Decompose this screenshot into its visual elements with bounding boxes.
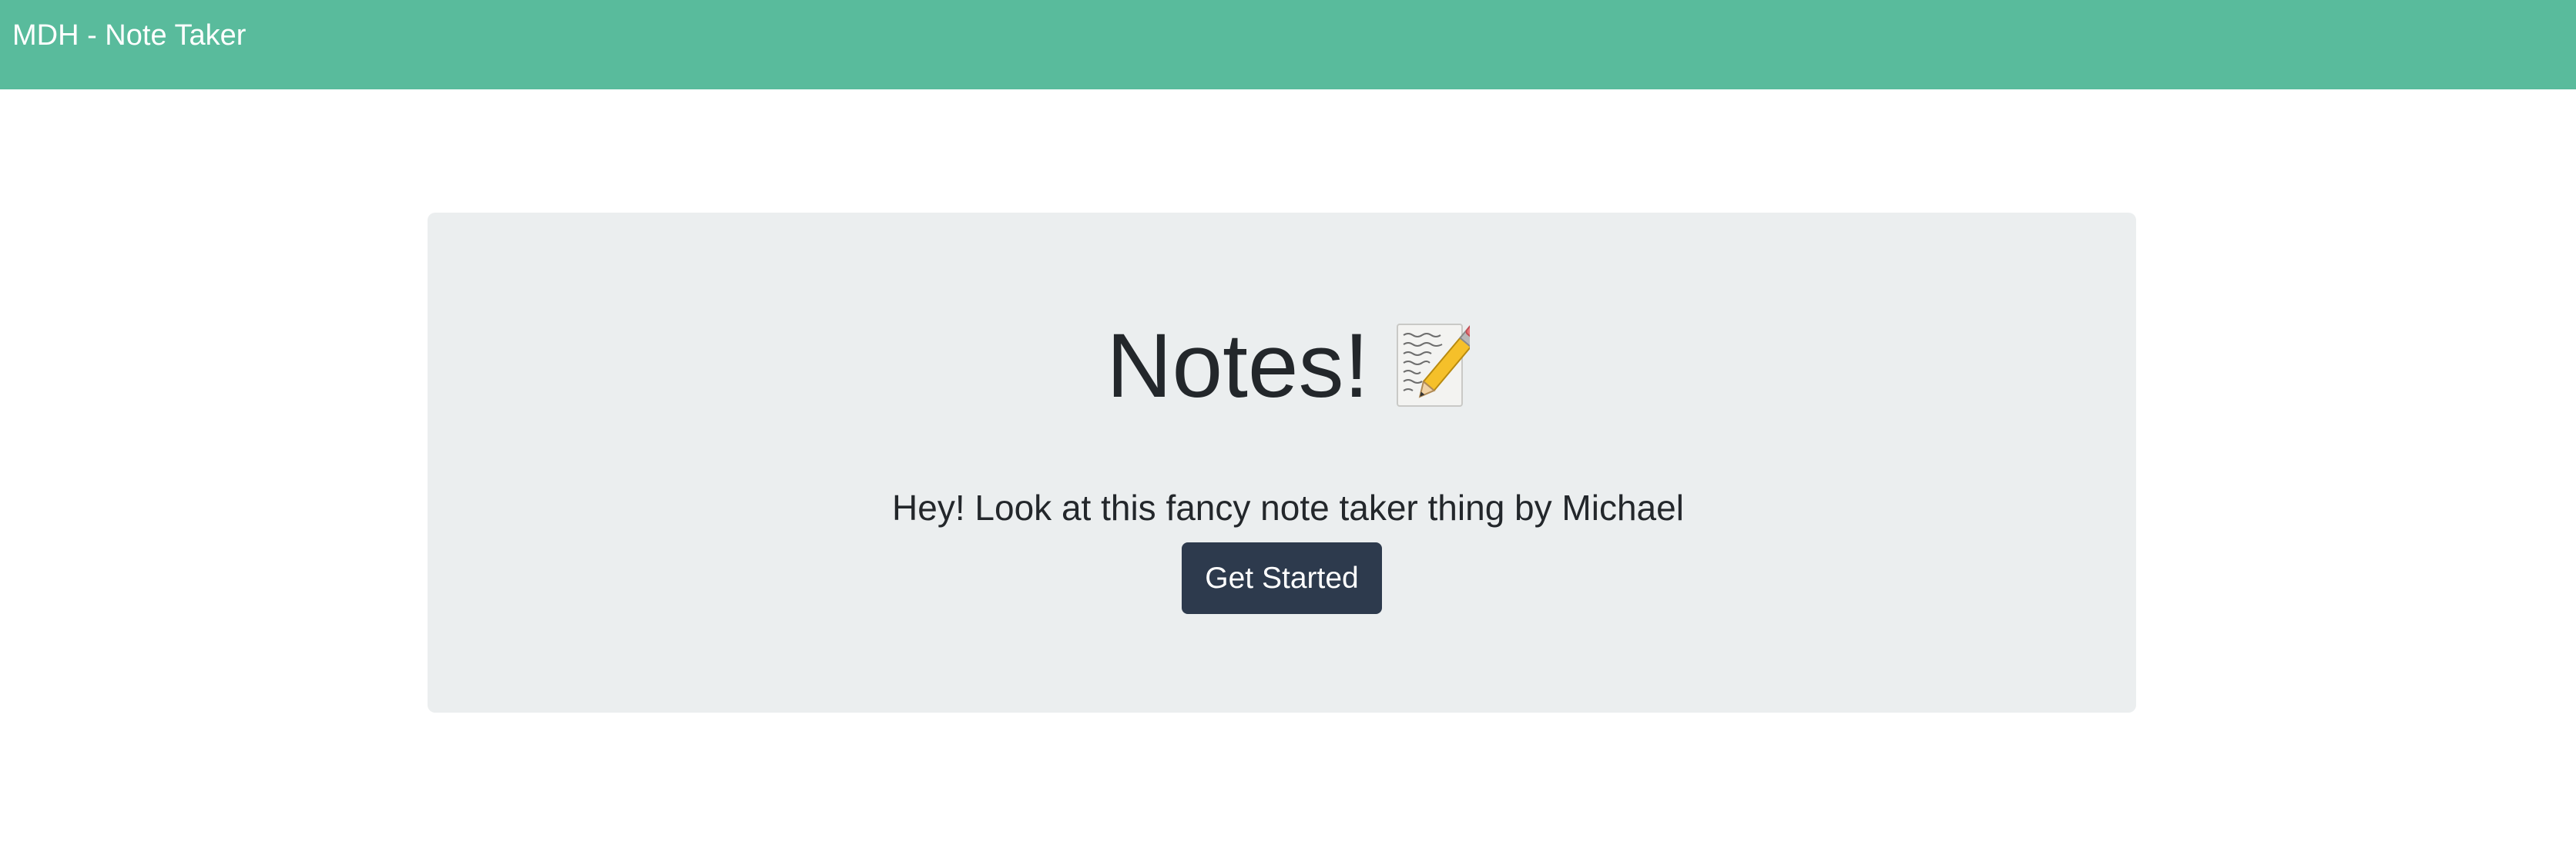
memo-pencil-icon <box>1396 323 1482 409</box>
get-started-button[interactable]: Get Started <box>1182 542 1382 614</box>
hero-panel <box>428 213 2136 713</box>
page-title: Notes! <box>1106 315 1370 417</box>
hero-title-row: Notes! <box>0 312 2576 420</box>
hero-lead-text: Hey! Look at this fancy note taker thing… <box>892 488 1684 528</box>
navbar-brand-link[interactable]: MDH - Note Taker <box>12 17 246 54</box>
top-navbar: MDH - Note Taker <box>0 0 2576 89</box>
